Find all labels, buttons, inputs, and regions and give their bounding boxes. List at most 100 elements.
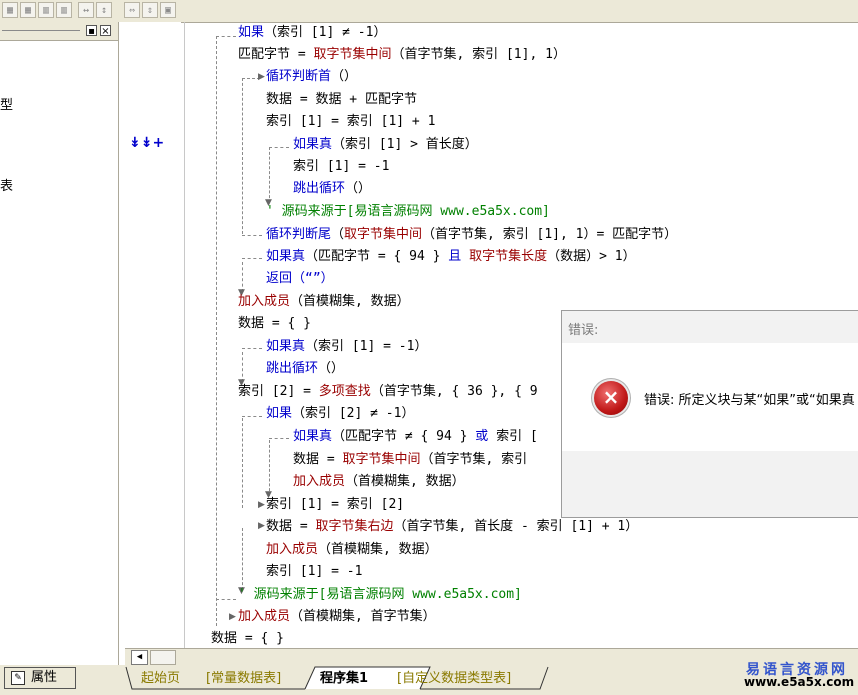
code-text: 索引 [1] = -1 bbox=[266, 564, 363, 579]
code-line[interactable]: 如果真（索引 [1] = -1） bbox=[266, 339, 427, 355]
tab-constants[interactable]: [常量数据表] bbox=[206, 667, 281, 691]
code-line[interactable]: 如果真（匹配字节 = { 94 } 且 取字节集长度（数据）> 1） bbox=[266, 249, 636, 265]
code-text: （索引 [1] = -1） bbox=[305, 339, 428, 354]
flow-arrow-icon: ▶ bbox=[258, 72, 265, 82]
code-text: （首字节集, 索引 [1], 1） bbox=[391, 47, 566, 62]
dialog-body: × 错误: 所定义块与某“如果”或“如果真 bbox=[562, 343, 858, 451]
code-text: 数据 = bbox=[293, 452, 343, 467]
flow-guide bbox=[242, 78, 243, 234]
keyword: 如果真 bbox=[266, 339, 306, 354]
keyword: 返回 bbox=[266, 271, 293, 286]
code-text: （首字节集, 索引 [1], 1）= 匹配字节） bbox=[422, 227, 678, 242]
code-text: （索引 [1] > 首长度） bbox=[332, 137, 478, 152]
keyword: 循环判断尾 bbox=[266, 227, 332, 242]
keyword: 跳出循环 bbox=[293, 181, 346, 196]
keyword: 如果 bbox=[238, 25, 265, 40]
flow-guide bbox=[216, 36, 236, 37]
code-line[interactable]: 数据 = 数据 + 匹配字节 bbox=[266, 92, 417, 108]
code-line[interactable]: 索引 [1] = 索引 [1] + 1 bbox=[266, 114, 435, 130]
flow-guide bbox=[242, 235, 262, 236]
flow-guide bbox=[242, 418, 243, 508]
code-text: （首模糊集, 数据） bbox=[290, 294, 410, 309]
code-line[interactable]: 数据 = { } bbox=[211, 631, 284, 647]
code-text: （首模糊集, 首字节集） bbox=[290, 609, 436, 624]
code-text: 数据 = { } bbox=[238, 316, 311, 331]
code-comment[interactable]: ' 源码来源于[易语言源码网 www.e5a5x.com] bbox=[238, 587, 522, 603]
function-name: 取字节集中间 bbox=[344, 227, 423, 242]
code-text: （“”） bbox=[292, 271, 334, 286]
code-line[interactable]: 索引 [1] = 索引 [2] bbox=[266, 497, 404, 513]
flow-guide bbox=[242, 348, 262, 349]
flow-guide bbox=[269, 440, 270, 496]
code-text: 索引 [1] = -1 bbox=[293, 159, 390, 174]
code-line[interactable]: 数据 = 取字节集右边（首字节集, 首长度 - 索引 [1] + 1） bbox=[266, 519, 638, 535]
code-line[interactable]: 跳出循环（） bbox=[293, 181, 371, 197]
dialog-title: 错误: bbox=[568, 323, 599, 338]
code-line[interactable]: 返回（“”） bbox=[266, 271, 334, 287]
code-line[interactable]: 如果真（匹配字节 ≠ { 94 } 或 索引 [ bbox=[293, 429, 538, 445]
flow-guide bbox=[216, 599, 236, 600]
code-text: （） bbox=[318, 361, 345, 376]
function-name: 取字节集长度 bbox=[461, 249, 548, 264]
keyword: 跳出循环 bbox=[266, 361, 319, 376]
code-text: 数据 = 数据 + 匹配字节 bbox=[266, 92, 417, 107]
keyword: 且 bbox=[448, 249, 462, 264]
code-line[interactable]: 数据 = 取字节集中间（首字节集, 索引 bbox=[293, 452, 527, 468]
function-name: 取字节集中间 bbox=[342, 452, 421, 467]
error-icon: × bbox=[594, 381, 628, 415]
tab-bar: ✎ 属性 起始页 [常量数据表] 程序集1 [自定义数据类型表] 易语言资源网 … bbox=[0, 662, 858, 695]
code-line[interactable]: 索引 [1] = -1 bbox=[266, 564, 362, 580]
code-line[interactable]: 跳出循环（） bbox=[266, 361, 344, 377]
code-text: （数据）> 1） bbox=[547, 249, 636, 264]
properties-button[interactable]: ✎ 属性 bbox=[4, 667, 76, 689]
flow-guide bbox=[269, 147, 270, 203]
code-text: （ bbox=[331, 227, 345, 242]
dialog-message: 错误: 所定义块与某“如果”或“如果真 bbox=[644, 393, 855, 408]
function-name: 加入成员 bbox=[266, 542, 319, 557]
tab-program-set[interactable]: 程序集1 bbox=[320, 667, 368, 691]
code-line[interactable]: 索引 [2] = 多项查找（首字节集, { 36 }, { 9 bbox=[238, 384, 538, 400]
scroll-left-button[interactable]: ◀ bbox=[131, 650, 148, 665]
code-line[interactable]: 加入成员（首模糊集, 数据） bbox=[266, 542, 438, 558]
code-text: 索引 [1] = 索引 [1] + 1 bbox=[266, 114, 436, 129]
flow-guide bbox=[242, 528, 243, 590]
code-text: （首字节集, 首长度 - 索引 [1] + 1） bbox=[393, 519, 639, 534]
tab-custom-types[interactable]: [自定义数据类型表] bbox=[397, 667, 511, 691]
function-name: 加入成员 bbox=[238, 294, 291, 309]
code-text: 索引 [1] = 索引 [2] bbox=[266, 497, 405, 512]
code-text: （首字节集, 索引 bbox=[420, 452, 528, 467]
keyword: 或 bbox=[475, 429, 489, 444]
function-name: 多项查找 bbox=[318, 384, 371, 399]
code-comment[interactable]: ' 源码来源于[易语言源码网 www.e5a5x.com] bbox=[266, 204, 550, 220]
code-line[interactable]: 匹配字节 = 取字节集中间（首字节集, 索引 [1], 1） bbox=[238, 47, 566, 63]
flow-arrow-icon: ▶ bbox=[229, 612, 236, 622]
function-name: 加入成员 bbox=[293, 474, 346, 489]
code-line[interactable]: 加入成员（首模糊集, 数据） bbox=[238, 294, 410, 310]
properties-icon: ✎ bbox=[11, 671, 25, 685]
code-line[interactable]: 循环判断尾（取字节集中间（首字节集, 索引 [1], 1）= 匹配字节） bbox=[266, 227, 677, 243]
code-text: （匹配字节 ≠ { 94 } bbox=[332, 429, 476, 444]
keyword: 如果真 bbox=[266, 249, 306, 264]
code-text: （索引 [1] ≠ -1） bbox=[264, 25, 387, 40]
code-line[interactable]: 循环判断首（） bbox=[266, 69, 357, 85]
properties-label: 属性 bbox=[31, 670, 58, 685]
code-line[interactable]: 数据 = { } bbox=[238, 316, 311, 332]
scroll-thumb[interactable] bbox=[150, 650, 176, 665]
function-name: 取字节集中间 bbox=[313, 47, 392, 62]
code-text: （匹配字节 = { 94 } bbox=[305, 249, 449, 264]
code-line[interactable]: 加入成员（首模糊集, 数据） bbox=[293, 474, 465, 490]
code-line[interactable]: 加入成员（首模糊集, 首字节集） bbox=[238, 609, 436, 625]
code-line[interactable]: 如果（索引 [2] ≠ -1） bbox=[266, 406, 414, 422]
code-line[interactable]: 如果（索引 [1] ≠ -1） bbox=[238, 25, 386, 41]
tab-start-page[interactable]: 起始页 bbox=[141, 667, 180, 691]
flow-guide bbox=[269, 438, 289, 439]
code-line[interactable]: 索引 [1] = -1 bbox=[293, 159, 389, 175]
flow-guide bbox=[216, 36, 217, 626]
watermark-url: www.e5a5x.com bbox=[744, 675, 855, 689]
function-name: 取字节集右边 bbox=[315, 519, 394, 534]
error-dialog: 错误: × 错误: 所定义块与某“如果”或“如果真 bbox=[561, 310, 858, 518]
code-text: （首字节集, { 36 }, { 9 bbox=[370, 384, 538, 399]
keyword: 如果 bbox=[266, 406, 293, 421]
code-line[interactable]: 如果真（索引 [1] > 首长度） bbox=[293, 137, 478, 153]
code-text: （首模糊集, 数据） bbox=[345, 474, 465, 489]
